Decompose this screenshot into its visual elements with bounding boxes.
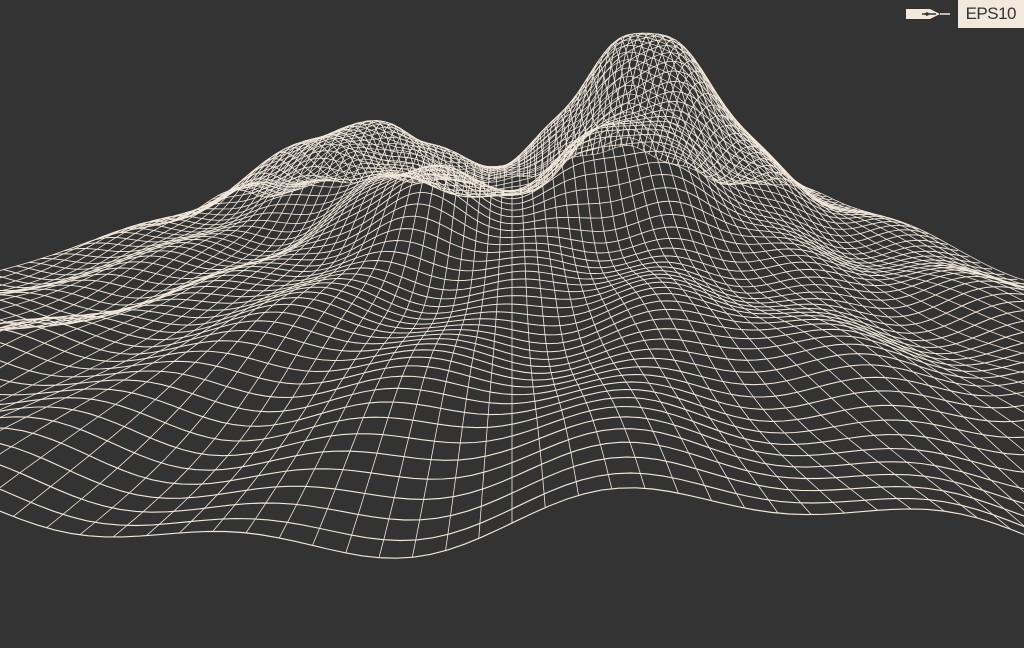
mesh-row-line xyxy=(230,35,792,191)
mesh-row-line xyxy=(119,134,902,233)
mesh-column-line xyxy=(523,148,579,496)
mesh-column-line xyxy=(0,184,296,286)
eps10-label: EPS10 xyxy=(957,0,1024,28)
mesh-column-line xyxy=(0,172,319,296)
mesh-column-line xyxy=(0,142,347,331)
mesh-column-line xyxy=(0,139,353,329)
mesh-column-line xyxy=(711,151,1024,289)
wireframe-landscape-illustration: EPS10 xyxy=(0,0,1024,648)
mesh-column-line xyxy=(0,134,370,332)
format-badge: EPS10 xyxy=(905,0,1024,28)
pen-nib-icon xyxy=(905,9,950,19)
mesh-row-line xyxy=(171,91,851,222)
wireframe-terrain-mesh xyxy=(0,32,1024,559)
mesh-column-line xyxy=(445,165,501,551)
mesh-column-line xyxy=(0,120,399,411)
mesh-column-line xyxy=(0,125,387,388)
mesh-column-line xyxy=(699,139,1024,295)
mesh-column-line xyxy=(278,155,473,539)
mesh-column-line xyxy=(12,131,427,517)
mesh-row-line xyxy=(16,228,1005,276)
mesh-column-line xyxy=(0,137,359,324)
